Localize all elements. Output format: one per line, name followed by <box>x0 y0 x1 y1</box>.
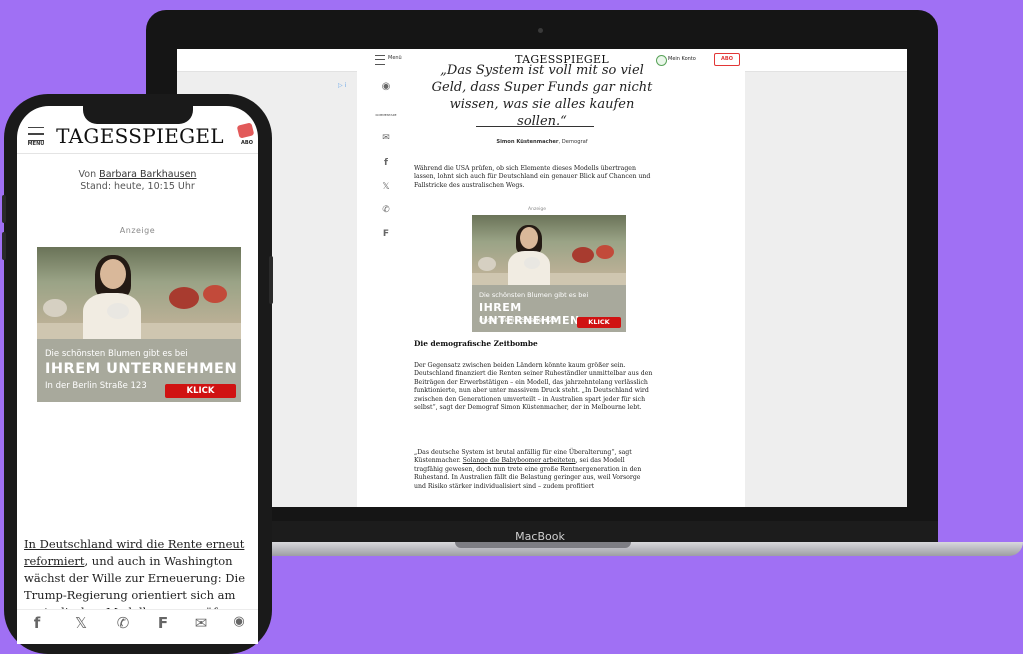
phone-notch <box>83 104 193 124</box>
flower-shop-ad[interactable]: Die schönsten Blumen gibt es bei IHREM U… <box>37 247 241 402</box>
section-heading: Die demografische Zeitbombe <box>414 339 538 348</box>
article-paragraph: Während die USA prüfen, ob sich Elemente… <box>414 165 651 189</box>
quote-divider <box>476 126 594 127</box>
facebook-icon[interactable]: f <box>26 614 48 632</box>
comment-icon[interactable]: ◉ <box>228 614 250 629</box>
flipboard-icon[interactable]: F <box>152 614 174 632</box>
ad-line-3: In der Berlin Straße 123 <box>479 316 557 324</box>
author-link[interactable]: Barbara Barkhausen <box>99 169 196 180</box>
ad-photo-flowers <box>169 287 199 309</box>
whatsapp-icon[interactable]: ✆ <box>112 614 134 632</box>
ad-line-1: Die schönsten Blumen gibt es bei <box>479 291 589 299</box>
pull-quote: „Das System ist voll mit so viel Geld, d… <box>431 63 653 129</box>
site-logo[interactable]: TAGESSPIEGEL <box>55 124 225 148</box>
account-icon[interactable] <box>656 55 667 66</box>
abo-label[interactable]: ABO <box>234 140 260 146</box>
ad-line-1: Die schönsten Blumen gibt es bei <box>45 349 188 359</box>
ad-photo-face <box>520 227 538 249</box>
x-icon[interactable]: 𝕏 <box>70 614 92 632</box>
webcam <box>538 28 543 33</box>
comment-label[interactable]: KOMMENTARE <box>371 113 401 117</box>
facebook-icon[interactable]: f <box>371 158 401 168</box>
x-icon[interactable]: 𝕏 <box>371 182 401 192</box>
flipboard-icon[interactable]: F <box>371 229 401 239</box>
ad-line-3: In der Berlin Straße 123 <box>45 381 147 391</box>
phone-volume-button <box>2 232 6 260</box>
mail-icon[interactable]: ✉ <box>371 133 401 143</box>
ad-cta-button[interactable]: KLICK <box>577 317 621 328</box>
ad-photo-face <box>100 259 126 289</box>
byline: Von Barbara Barkhausen Stand: heute, 10:… <box>20 169 255 193</box>
flower-shop-ad[interactable]: Die schönsten Blumen gibt es bei IHREM U… <box>472 215 626 332</box>
whatsapp-icon[interactable]: ✆ <box>371 205 401 215</box>
article-paragraph: Der Gegensatz zwischen beiden Ländern kö… <box>414 362 653 412</box>
ad-label: Anzeige <box>119 226 156 235</box>
ad-photo-flowers <box>478 257 496 271</box>
hamburger-icon[interactable] <box>375 55 385 65</box>
laptop-screen: Menü TAGESSPIEGEL Mein Konto ABO ▷ i ◉ K… <box>177 49 907 507</box>
laptop-hinge-notch <box>455 542 631 548</box>
abo-button[interactable]: ABO <box>714 53 740 66</box>
ad-photo-flowers <box>572 247 594 263</box>
account-link[interactable]: Mein Konto <box>668 56 696 62</box>
quote-author: Simon Küstenmacher <box>496 139 559 145</box>
header-divider <box>17 153 258 154</box>
ad-photo-flowers <box>43 299 67 317</box>
quote-citation: Simon Küstenmacher, Demograf <box>427 139 657 145</box>
menu-label[interactable]: MENÜ <box>23 141 49 147</box>
ad-cta-button[interactable]: KLICK <box>165 384 236 398</box>
quote-role: , Demograf <box>558 139 588 145</box>
byline-prefix: Von <box>78 169 100 180</box>
menu-label[interactable]: Menü <box>388 55 402 61</box>
ad-photo-flowers <box>203 285 227 303</box>
timestamp: Stand: heute, 10:15 Uhr <box>80 181 195 192</box>
phone-power-button <box>269 256 273 304</box>
ad-label: Anzeige <box>528 207 546 212</box>
phone-volume-button <box>2 195 6 223</box>
mail-icon[interactable]: ✉ <box>190 614 212 632</box>
ad-photo-bouquet <box>524 257 540 269</box>
ad-line-2: IHREM UNTERNEHMEN <box>45 361 238 377</box>
ad-choices-icon[interactable]: ▷ i <box>338 82 346 89</box>
article-paragraph: „Das deutsche System ist brutal anfällig… <box>414 449 654 491</box>
ad-photo-bouquet <box>107 303 129 319</box>
comment-icon[interactable]: ◉ <box>371 81 401 92</box>
share-toolbar <box>17 609 258 644</box>
article-link[interactable]: Solange die Babyboomer arbeiteten <box>463 457 576 464</box>
ad-photo-flowers <box>596 245 614 259</box>
hamburger-icon[interactable] <box>28 127 44 141</box>
